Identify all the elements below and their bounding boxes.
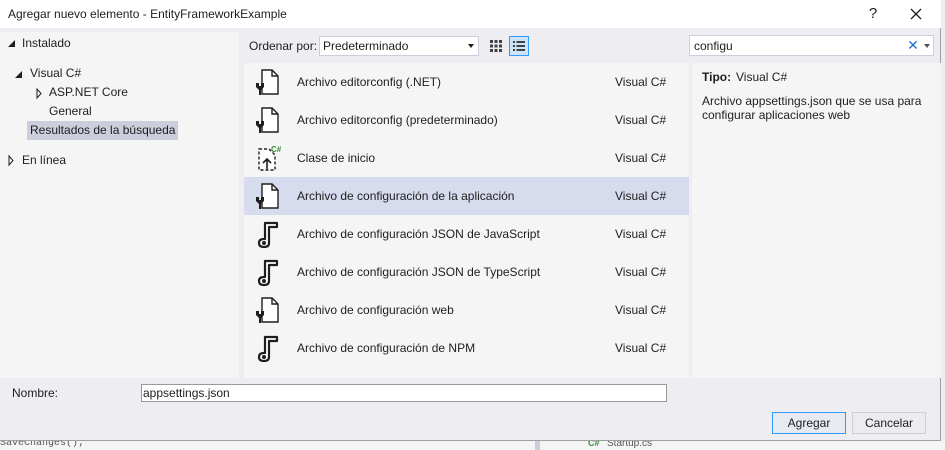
editorconfig-file-icon — [253, 67, 283, 97]
template-language: Visual C# — [615, 265, 667, 279]
close-icon — [910, 8, 922, 20]
svg-text:C#: C# — [271, 145, 282, 154]
collapse-arrow-icon[interactable] — [14, 65, 24, 84]
search-box: ✕ — [689, 35, 934, 56]
background-code-line: SaveChanges(); — [0, 441, 85, 449]
csharp-file-icon: C# — [588, 441, 600, 448]
tree-node-general[interactable]: General — [49, 102, 92, 121]
chevron-down-icon[interactable] — [924, 44, 930, 48]
template-name: Clase de inicio — [297, 151, 376, 165]
tree-node-online[interactable]: En línea — [22, 151, 66, 170]
template-name: Archivo de configuración JSON de JavaScr… — [297, 227, 540, 241]
small-icons-view-button[interactable] — [486, 36, 506, 56]
type-value: Visual C# — [736, 70, 788, 84]
close-button[interactable] — [902, 2, 930, 26]
startup-class-icon: C# — [253, 143, 283, 173]
template-name: Archivo editorconfig (predeterminado) — [297, 113, 498, 127]
window-title: Agregar nuevo elemento - EntityFramework… — [8, 7, 287, 21]
sort-by-label: Ordenar por: — [249, 39, 318, 53]
template-name: Archivo de configuración web — [297, 303, 454, 317]
template-language: Visual C# — [615, 189, 667, 203]
background-splitter — [535, 441, 540, 450]
template-row[interactable]: Archivo de configuración JSON de TypeScr… — [244, 253, 689, 291]
name-field[interactable] — [141, 384, 667, 402]
template-name: Archivo editorconfig (.NET) — [297, 75, 442, 89]
search-input[interactable] — [694, 38, 894, 54]
template-row[interactable]: Archivo editorconfig (predeterminado) Vis… — [244, 101, 689, 139]
tree-node-visual-csharp[interactable]: Visual C# — [30, 64, 81, 83]
template-row[interactable]: Archivo de configuración JSON de JavaScr… — [244, 215, 689, 253]
list-view-button[interactable] — [509, 36, 529, 56]
template-row[interactable]: Archivo editorconfig (.NET) Visual C# — [244, 63, 689, 101]
template-name: Archivo de configuración de NPM — [297, 341, 476, 355]
json-config-icon — [253, 257, 283, 287]
template-language: Visual C# — [615, 227, 667, 241]
expand-arrow-icon[interactable] — [6, 151, 16, 170]
template-row[interactable]: Archivo de configuración web Visual C# — [244, 291, 689, 329]
background-file-name: Startup.cs — [607, 441, 653, 449]
template-list: Archivo editorconfig (.NET) Visual C# Arch… — [244, 63, 689, 378]
type-label: Tipo: — [702, 70, 732, 84]
template-row[interactable]: Archivo de configuración de la aplicació… — [244, 177, 689, 215]
tree-node-installed[interactable]: Instalado — [22, 34, 71, 53]
list-view-icon — [513, 41, 525, 51]
tree-node-search-results[interactable]: Resultados de la búsqueda — [27, 121, 179, 140]
sort-by-value: Predeterminado — [323, 39, 409, 53]
name-label: Nombre: — [12, 386, 59, 400]
cancel-button[interactable]: Cancelar — [852, 412, 926, 434]
add-new-item-dialog: Agregar nuevo elemento - EntityFramework… — [0, 0, 941, 441]
template-language: Visual C# — [615, 113, 667, 127]
template-name: Archivo de configuración de la aplicació… — [297, 189, 515, 203]
grid-view-icon — [490, 40, 502, 52]
template-language: Visual C# — [615, 341, 667, 355]
config-file-icon — [253, 295, 283, 325]
category-tree: Instalado Visual C# ASP.NET Core General… — [0, 32, 239, 378]
tree-node-aspnet-core[interactable]: ASP.NET Core — [49, 83, 128, 102]
json-config-icon — [253, 219, 283, 249]
template-row[interactable]: C# Clase de inicio Visual C# — [244, 139, 689, 177]
title-bar: Agregar nuevo elemento - EntityFramework… — [0, 0, 941, 28]
config-file-icon — [253, 181, 283, 211]
details-pane: Tipo: Visual C# Archivo appsettings.json… — [692, 63, 941, 378]
add-button[interactable]: Agregar — [772, 412, 846, 434]
collapse-arrow-icon[interactable] — [7, 34, 17, 53]
template-language: Visual C# — [615, 75, 667, 89]
expand-arrow-icon[interactable] — [34, 84, 44, 103]
template-language: Visual C# — [615, 303, 667, 317]
json-config-icon — [253, 333, 283, 363]
template-row[interactable]: Archivo de configuración de NPM Visual C# — [244, 329, 689, 367]
template-name: Archivo de configuración JSON de TypeScr… — [297, 265, 541, 279]
sort-by-dropdown[interactable]: Predeterminado — [319, 36, 479, 56]
background-editor: SaveChanges(); C# Startup.cs — [0, 441, 945, 450]
template-language: Visual C# — [615, 151, 667, 165]
chevron-down-icon — [468, 44, 474, 48]
help-button[interactable]: ? — [862, 2, 884, 26]
template-description: Archivo appsettings.json que se usa para… — [702, 94, 922, 122]
editorconfig-file-icon — [253, 105, 283, 135]
clear-search-icon[interactable]: ✕ — [906, 37, 920, 54]
